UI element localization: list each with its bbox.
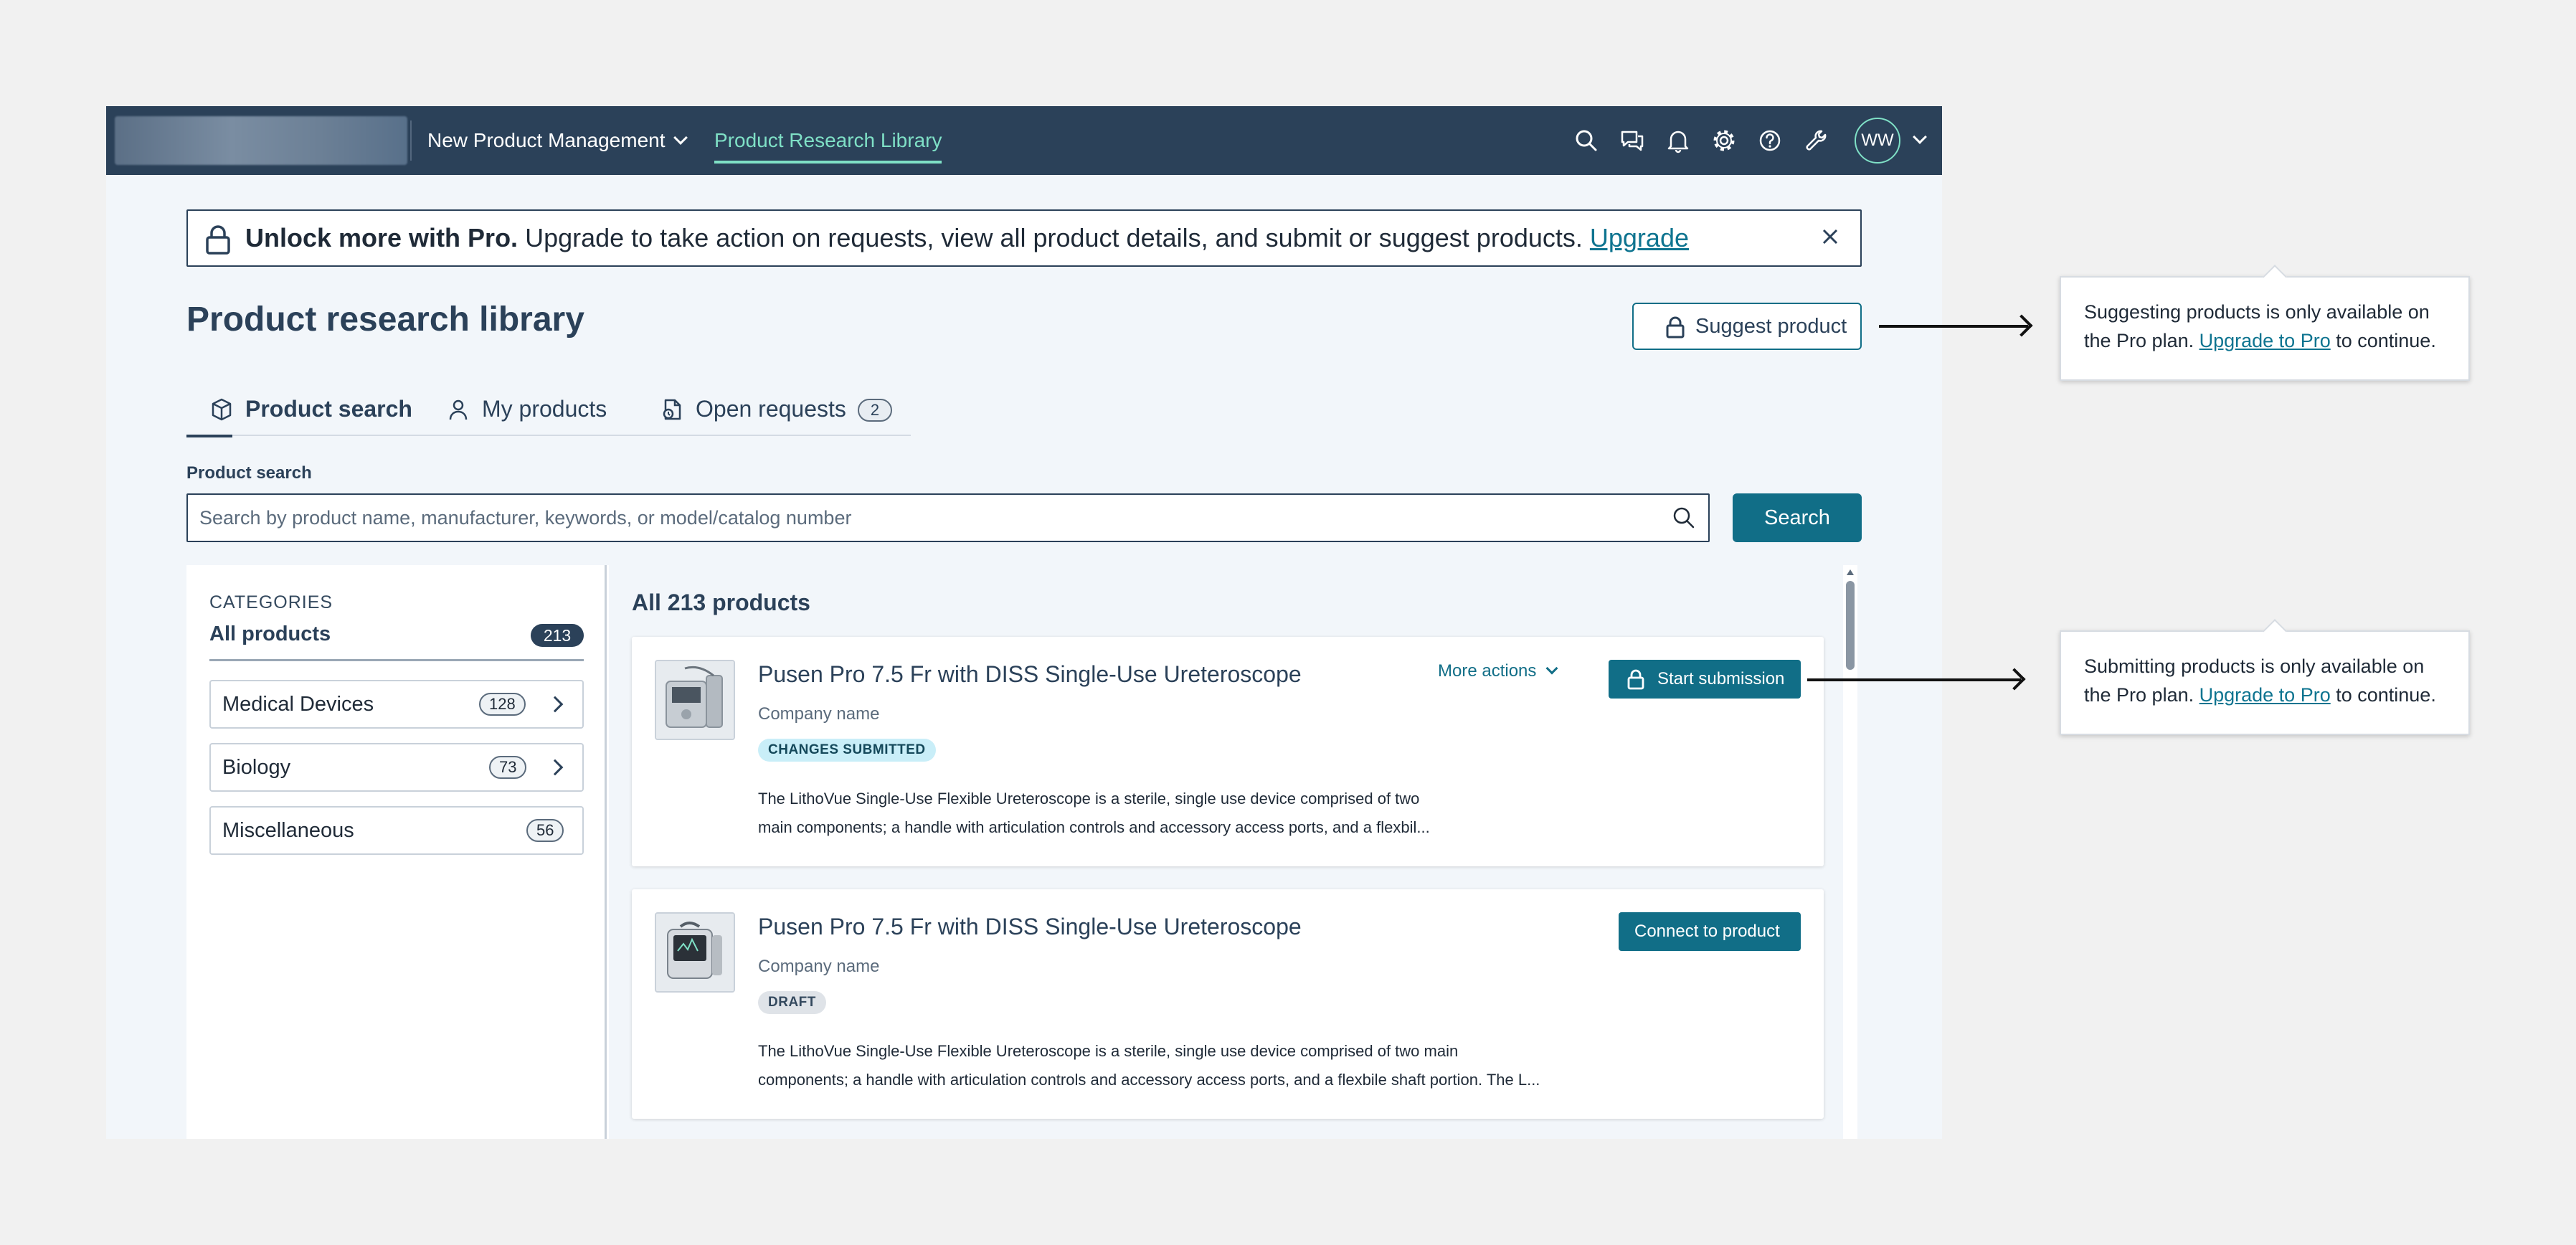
category-label: Biology: [222, 756, 291, 779]
top-navigation: New Product Management Product Research …: [106, 106, 1942, 175]
product-research-library-label: Product Research Library: [714, 129, 942, 151]
product-description: The LithoVue Single-Use Flexible Uretero…: [758, 785, 1430, 842]
results-scrollbar[interactable]: [1843, 565, 1857, 1139]
requests-icon: [660, 397, 684, 422]
tooltip-text: to continue.: [2330, 684, 2436, 706]
company-name: Company name: [758, 704, 880, 724]
cube-icon: [209, 397, 234, 422]
connect-to-product-label: Connect to product: [1634, 922, 1780, 941]
category-miscellaneous[interactable]: Miscellaneous 56: [209, 806, 584, 855]
upgrade-to-pro-link[interactable]: Upgrade to Pro: [2199, 684, 2331, 706]
results-title: All 213 products: [632, 590, 810, 615]
all-products-label: All products: [209, 622, 331, 645]
category-sidebar: CATEGORIES All products 213 Medical Devi…: [186, 565, 607, 1139]
chat-icon[interactable]: [1618, 126, 1647, 155]
category-label: Miscellaneous: [222, 819, 354, 842]
scrollbar-thumb[interactable]: [1846, 581, 1855, 670]
description-line: The LithoVue Single-Use Flexible Uretero…: [758, 790, 1420, 808]
nav-divider: [410, 120, 412, 161]
start-submission-label: Start submission: [1657, 669, 1785, 688]
new-product-management-label: New Product Management: [427, 129, 666, 151]
bell-icon[interactable]: [1664, 126, 1692, 155]
tab-label: Product search: [245, 396, 412, 422]
suggest-product-label: Suggest product: [1695, 315, 1847, 338]
category-biology[interactable]: Biology 73: [209, 743, 584, 792]
product-card[interactable]: Pusen Pro 7.5 Fr with DISS Single-Use Ur…: [632, 889, 1824, 1119]
chevron-down-icon[interactable]: [1913, 130, 1927, 144]
search-icon[interactable]: [1572, 126, 1601, 155]
description-line: components; a handle with articulation c…: [758, 1071, 1540, 1089]
wrench-icon[interactable]: [1801, 126, 1830, 155]
start-submission-button[interactable]: Start submission: [1609, 660, 1801, 699]
company-name: Company name: [758, 957, 880, 976]
lock-icon: [1662, 314, 1688, 340]
more-actions-label: More actions: [1438, 661, 1537, 681]
lock-icon: [1624, 668, 1647, 691]
all-products-count: 213: [531, 624, 584, 647]
results-panel: CATEGORIES All products 213 Medical Devi…: [186, 565, 1862, 1139]
annotation-arrow: [1807, 678, 2021, 681]
tab-bar: Product search My products Open requests…: [186, 392, 911, 437]
product-name[interactable]: Pusen Pro 7.5 Fr with DISS Single-Use Ur…: [758, 914, 1302, 940]
chevron-right-icon: [546, 696, 564, 713]
description-line: main components; a handle with articulat…: [758, 818, 1430, 836]
tab-label: Open requests: [696, 396, 846, 422]
app-window: New Product Management Product Research …: [106, 106, 1942, 1139]
lock-icon: [201, 222, 235, 257]
upgrade-banner: Unlock more with Pro. Upgrade to take ac…: [186, 209, 1862, 267]
gear-icon[interactable]: [1710, 126, 1738, 155]
status-badge: CHANGES SUBMITTED: [758, 739, 936, 762]
category-count: 128: [479, 693, 526, 716]
suggest-upgrade-tooltip: Suggesting products is only available on…: [2060, 276, 2470, 381]
help-icon[interactable]: [1756, 126, 1784, 155]
search-label: Product search: [186, 463, 312, 483]
product-image: [655, 912, 735, 993]
product-card[interactable]: Pusen Pro 7.5 Fr with DISS Single-Use Ur…: [632, 637, 1824, 866]
connect-to-product-button[interactable]: Connect to product: [1619, 912, 1801, 951]
category-medical-devices[interactable]: Medical Devices 128: [209, 680, 584, 729]
upgrade-to-pro-link[interactable]: Upgrade to Pro: [2199, 330, 2331, 351]
suggest-product-button[interactable]: Suggest product: [1632, 303, 1862, 350]
product-search-input[interactable]: [186, 493, 1710, 542]
more-actions-menu[interactable]: More actions: [1438, 661, 1558, 681]
open-requests-count: 2: [858, 399, 892, 422]
product-description: The LithoVue Single-Use Flexible Uretero…: [758, 1037, 1540, 1094]
product-research-library-link[interactable]: Product Research Library: [714, 106, 942, 175]
upgrade-banner-message: Upgrade to take action on requests, view…: [518, 223, 1590, 252]
upgrade-banner-text: Unlock more with Pro. Upgrade to take ac…: [245, 211, 1689, 265]
upgrade-banner-heading: Unlock more with Pro.: [245, 223, 518, 252]
tooltip-text: to continue.: [2330, 330, 2436, 351]
new-product-management-menu[interactable]: New Product Management: [427, 106, 688, 175]
categories-heading: CATEGORIES: [209, 592, 333, 612]
chevron-down-icon: [673, 131, 688, 145]
category-label: Medical Devices: [222, 693, 374, 716]
results-list: All 213 products Pusen Pro 7.5 Fr with D…: [609, 565, 1862, 1139]
close-icon[interactable]: [1816, 222, 1845, 251]
tab-label: My products: [482, 396, 607, 422]
product-image: [655, 660, 735, 740]
annotation-arrow: [1879, 325, 2028, 328]
scroll-up-icon[interactable]: [1847, 569, 1854, 575]
submit-upgrade-tooltip: Submitting products is only available on…: [2060, 630, 2470, 735]
category-all-products[interactable]: All products 213: [209, 622, 584, 661]
search-icon: [1671, 505, 1697, 531]
category-count: 56: [526, 819, 564, 842]
status-badge: DRAFT: [758, 991, 826, 1014]
upgrade-link[interactable]: Upgrade: [1590, 223, 1689, 252]
description-line: The LithoVue Single-Use Flexible Uretero…: [758, 1042, 1459, 1060]
page-title: Product research library: [186, 300, 584, 339]
chevron-down-icon: [1545, 662, 1558, 675]
company-logo[interactable]: [115, 116, 407, 165]
product-name[interactable]: Pusen Pro 7.5 Fr with DISS Single-Use Ur…: [758, 661, 1302, 688]
person-icon: [446, 397, 470, 422]
category-count: 73: [489, 756, 527, 779]
chevron-right-icon: [546, 759, 564, 776]
search-button[interactable]: Search: [1733, 493, 1862, 542]
user-avatar[interactable]: WW: [1855, 118, 1900, 164]
